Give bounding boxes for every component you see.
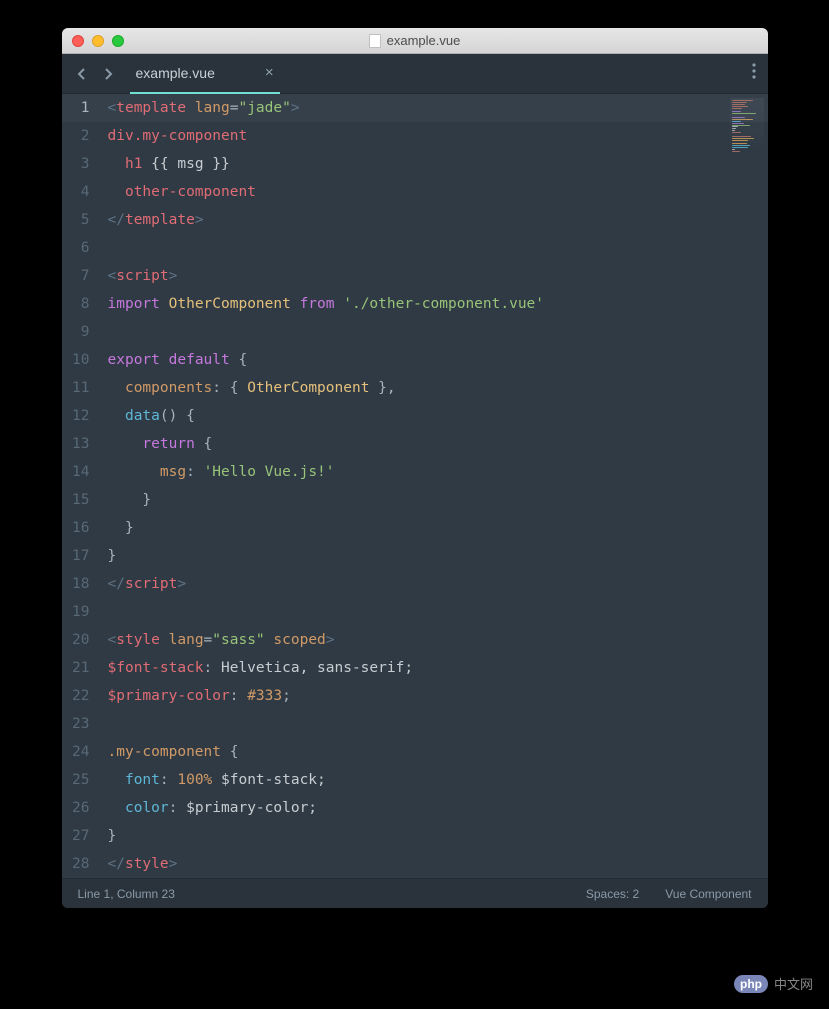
code-line[interactable]: import OtherComponent from './other-comp… [100, 290, 718, 318]
watermark-logo: php [734, 975, 768, 993]
code-line[interactable]: </script> [100, 570, 718, 598]
code-line[interactable]: <template lang="jade"> [100, 94, 718, 122]
code-content[interactable]: <template lang="jade">div.my-component h… [100, 94, 768, 878]
editor-window: example.vue example.vue × 12345678910111… [62, 28, 768, 908]
code-line[interactable]: export default { [100, 346, 718, 374]
code-line[interactable] [100, 598, 718, 626]
watermark: php 中文网 [734, 974, 813, 993]
code-line[interactable]: data() { [100, 402, 718, 430]
code-line[interactable]: .my-component { [100, 738, 718, 766]
code-line[interactable]: $primary-color: #333; [100, 682, 718, 710]
line-gutter: 1234567891011121314151617181920212223242… [62, 94, 100, 878]
nav-arrows [66, 62, 124, 86]
window-controls [72, 35, 124, 47]
titlebar[interactable]: example.vue [62, 28, 768, 54]
code-line[interactable]: } [100, 822, 718, 850]
code-line[interactable]: <style lang="sass" scoped> [100, 626, 718, 654]
more-menu-icon[interactable] [746, 57, 762, 90]
code-line[interactable]: div.my-component [100, 122, 718, 150]
code-line[interactable]: msg: 'Hello Vue.js!' [100, 458, 718, 486]
zoom-icon[interactable] [112, 35, 124, 47]
watermark-text: 中文网 [774, 974, 813, 993]
code-line[interactable]: components: { OtherComponent }, [100, 374, 718, 402]
status-position[interactable]: Line 1, Column 23 [78, 887, 175, 901]
minimize-icon[interactable] [92, 35, 104, 47]
tab-label: example.vue [136, 65, 215, 81]
tab-close-icon[interactable]: × [265, 64, 274, 81]
file-icon [369, 34, 381, 48]
code-line[interactable]: </style> [100, 850, 718, 878]
nav-back-icon[interactable] [70, 62, 94, 86]
status-bar: Line 1, Column 23 Spaces: 2 Vue Componen… [62, 878, 768, 908]
tab-active[interactable]: example.vue × [130, 54, 280, 94]
tab-bar: example.vue × [62, 54, 768, 94]
code-line[interactable]: <script> [100, 262, 718, 290]
status-spaces[interactable]: Spaces: 2 [586, 887, 639, 901]
close-icon[interactable] [72, 35, 84, 47]
code-line[interactable]: other-component [100, 178, 718, 206]
code-line[interactable]: return { [100, 430, 718, 458]
nav-forward-icon[interactable] [96, 62, 120, 86]
status-language[interactable]: Vue Component [665, 887, 751, 901]
code-line[interactable]: </template> [100, 206, 718, 234]
code-line[interactable]: } [100, 542, 718, 570]
code-line[interactable]: color: $primary-color; [100, 794, 718, 822]
code-line[interactable]: h1 {{ msg }} [100, 150, 718, 178]
editor-area[interactable]: 1234567891011121314151617181920212223242… [62, 94, 768, 878]
code-line[interactable]: font: 100% $font-stack; [100, 766, 718, 794]
code-line[interactable]: } [100, 514, 718, 542]
code-line[interactable] [100, 318, 718, 346]
window-title: example.vue [62, 33, 768, 48]
window-title-text: example.vue [387, 33, 461, 48]
code-line[interactable]: } [100, 486, 718, 514]
code-line[interactable] [100, 710, 718, 738]
code-line[interactable] [100, 234, 718, 262]
code-line[interactable]: $font-stack: Helvetica, sans-serif; [100, 654, 718, 682]
